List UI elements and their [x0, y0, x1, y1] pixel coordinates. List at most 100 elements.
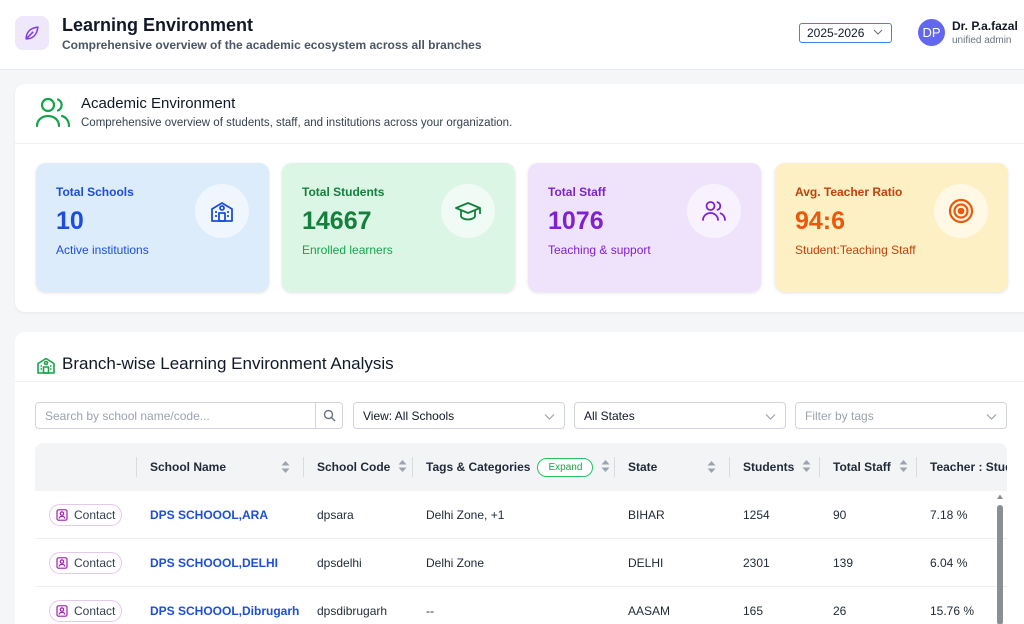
contact-label: Contact: [74, 508, 116, 522]
academic-environment-header: Academic Environment Comprehensive overv…: [15, 84, 1024, 144]
table-row[interactable]: Contact DPS SCHOOOL,DELHI dpsdelhi Delhi…: [35, 539, 1007, 587]
search-button[interactable]: [315, 403, 342, 428]
tags-filter-select[interactable]: Filter by tags: [795, 402, 1007, 429]
column-header-tags[interactable]: Tags & Categories Expand: [426, 443, 610, 491]
table-row[interactable]: Contact DPS SCHOOOL,Dibrugarh dpsdibruga…: [35, 587, 1007, 624]
stat-value: 14667: [302, 207, 372, 235]
sort-icon[interactable]: [707, 443, 716, 491]
school-icon: [36, 355, 56, 380]
contact-card-icon: [56, 509, 68, 521]
stat-card-total-students: Total Students 14667 Enrolled learners: [282, 163, 515, 292]
app-header: Learning Environment Comprehensive overv…: [0, 0, 1024, 70]
branch-analysis-title: Branch-wise Learning Environment Analysi…: [62, 354, 394, 373]
column-header-ratio[interactable]: Teacher : Stude: [930, 443, 1007, 491]
column-header-students[interactable]: Students: [743, 443, 811, 491]
search-input[interactable]: [36, 403, 318, 428]
sort-icon[interactable]: [802, 459, 811, 475]
view-filter-select[interactable]: View: All Schools: [353, 402, 565, 429]
page-title: Learning Environment: [62, 15, 254, 35]
school-state: AASAM: [628, 604, 671, 618]
school-icon: [195, 184, 249, 238]
column-header-total-staff[interactable]: Total Staff: [833, 443, 908, 491]
chevron-down-icon: [544, 411, 555, 425]
column-header-state[interactable]: State: [628, 443, 657, 491]
state-filter-select[interactable]: All States: [574, 402, 786, 429]
expand-tags-button[interactable]: Expand: [537, 457, 594, 477]
branch-analysis-header: Branch-wise Learning Environment Analysi…: [15, 332, 1024, 382]
school-name-link[interactable]: DPS SCHOOOL,DELHI: [150, 539, 278, 587]
stat-description: Teaching & support: [548, 243, 651, 257]
stat-description: Enrolled learners: [302, 243, 393, 257]
user-role: unified admin: [952, 35, 1012, 46]
academic-year-select[interactable]: 2025-2026: [799, 23, 892, 43]
column-label: Total Staff: [833, 460, 891, 474]
school-students: 1254: [743, 508, 770, 522]
school-tags: --: [426, 604, 434, 618]
column-header-school-name[interactable]: School Name: [150, 443, 226, 491]
branch-analysis-card: Branch-wise Learning Environment Analysi…: [15, 332, 1024, 624]
column-divider: [303, 457, 304, 477]
school-students: 2301: [743, 556, 770, 570]
column-label: Tags & Categories: [426, 460, 531, 474]
contact-button[interactable]: Contact: [49, 600, 122, 622]
school-staff: 139: [833, 556, 854, 570]
column-divider: [412, 457, 413, 477]
page-subtitle: Comprehensive overview of the academic e…: [62, 38, 482, 52]
school-state: DELHI: [628, 556, 664, 570]
table-row[interactable]: Contact DPS SCHOOOL,ARA dpsara Delhi Zon…: [35, 491, 1007, 539]
school-tags: Delhi Zone, +1: [426, 508, 505, 522]
state-filter-value: All States: [584, 409, 635, 423]
school-name-link[interactable]: DPS SCHOOOL,ARA: [150, 491, 268, 539]
school-code: dpsdelhi: [317, 556, 362, 570]
school-tags: Delhi Zone: [426, 556, 485, 570]
sort-icon[interactable]: [281, 443, 290, 491]
view-filter-value: View: All Schools: [363, 409, 455, 423]
school-ratio: 6.04 %: [930, 556, 968, 570]
school-code: dpsara: [317, 508, 354, 522]
academic-environment-card: Academic Environment Comprehensive overv…: [15, 84, 1024, 312]
sort-icon[interactable]: [899, 459, 908, 475]
stat-label: Total Schools: [56, 185, 134, 199]
chevron-down-icon: [765, 411, 776, 425]
school-ratio: 15.76 %: [930, 604, 975, 618]
stat-value: 1076: [548, 207, 604, 235]
contact-button[interactable]: Contact: [49, 552, 122, 574]
stat-description: Active institutions: [56, 243, 149, 257]
chevron-down-icon: [986, 411, 997, 425]
school-ratio: 7.18 %: [930, 508, 968, 522]
column-divider: [916, 457, 917, 477]
school-code: dpsdibrugarh: [317, 604, 388, 618]
column-label: State: [628, 460, 658, 474]
tags-filter-placeholder: Filter by tags: [805, 409, 874, 423]
column-divider: [819, 457, 820, 477]
column-header-school-code[interactable]: School Code: [317, 443, 407, 491]
contact-card-icon: [56, 605, 68, 617]
stat-card-avg-teacher-ratio: Avg. Teacher Ratio 94:6 Student:Teaching…: [775, 163, 1008, 292]
users-icon: [35, 94, 71, 135]
table-scrollbar[interactable]: [996, 491, 1004, 624]
contact-button[interactable]: Contact: [49, 504, 122, 526]
column-label: School Code: [317, 460, 391, 474]
scrollbar-thumb[interactable]: [997, 505, 1003, 624]
column-label: School Name: [150, 460, 227, 474]
avatar[interactable]: DP: [918, 19, 945, 46]
leaf-logo-icon: [15, 16, 49, 50]
users-icon: [687, 184, 741, 238]
sort-icon[interactable]: [601, 459, 610, 475]
contact-label: Contact: [74, 604, 116, 618]
stat-value: 10: [56, 207, 84, 235]
school-name-link[interactable]: DPS SCHOOOL,Dibrugarh: [150, 587, 299, 624]
academic-environment-title: Academic Environment: [81, 95, 236, 112]
academic-environment-subtitle: Comprehensive overview of students, staf…: [81, 117, 513, 129]
school-staff: 26: [833, 604, 847, 618]
target-icon: [934, 184, 988, 238]
school-search: [35, 402, 343, 429]
sort-icon[interactable]: [398, 459, 407, 475]
stat-card-total-staff: Total Staff 1076 Teaching & support: [528, 163, 761, 292]
chevron-down-icon: [873, 26, 883, 40]
contact-label: Contact: [74, 556, 116, 570]
search-icon: [323, 409, 335, 422]
stat-description: Student:Teaching Staff: [795, 243, 916, 257]
branch-table: School Name School Code Tags & Categorie…: [35, 443, 1007, 624]
stat-label: Total Staff: [548, 185, 606, 199]
